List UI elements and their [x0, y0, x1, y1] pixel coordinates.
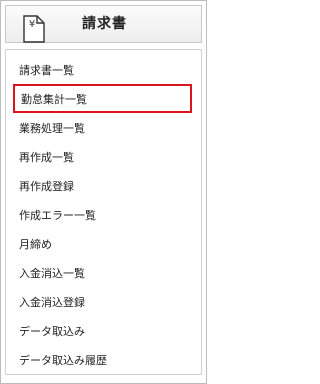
- panel-header: ¥ 請求書: [5, 5, 202, 43]
- menu-item-label: データ取込み: [19, 324, 85, 338]
- menu-item-label: 月締め: [19, 237, 52, 251]
- menu-item-label: データ取込み履歴: [19, 353, 107, 367]
- menu-item-recreate-register[interactable]: 再作成登録: [6, 171, 201, 200]
- menu-item-label: 作成エラー一覧: [19, 208, 96, 222]
- menu-item-label: 業務処理一覧: [19, 121, 85, 135]
- menu-item-recreate-list[interactable]: 再作成一覧: [6, 142, 201, 171]
- menu-item-label: 再作成登録: [19, 179, 74, 193]
- menu-list: 請求書一覧 勤怠集計一覧 業務処理一覧 再作成一覧 再作成登録 作成エラー一覧 …: [5, 49, 202, 375]
- menu-item-label: 入金消込一覧: [19, 266, 85, 280]
- menu-item-monthly-close[interactable]: 月締め: [6, 229, 201, 258]
- menu-item-attendance-summary-list[interactable]: 勤怠集計一覧: [13, 84, 192, 113]
- menu-item-data-import-history[interactable]: データ取込み履歴: [6, 345, 201, 374]
- menu-item-label: 入金消込登録: [19, 295, 85, 309]
- invoice-menu-panel: ¥ 請求書 請求書一覧 勤怠集計一覧 業務処理一覧 再作成一覧 再作成登録 作成…: [0, 0, 207, 384]
- menu-item-label: 請求書一覧: [19, 63, 74, 77]
- page-title: 請求書: [82, 16, 127, 32]
- menu-item-business-process-list[interactable]: 業務処理一覧: [6, 113, 201, 142]
- menu-item-payment-matching-register[interactable]: 入金消込登録: [6, 287, 201, 316]
- menu-item-payment-matching-list[interactable]: 入金消込一覧: [6, 258, 201, 287]
- menu-item-invoice-list[interactable]: 請求書一覧: [6, 55, 201, 84]
- menu-item-creation-error-list[interactable]: 作成エラー一覧: [6, 200, 201, 229]
- menu-item-label: 再作成一覧: [19, 150, 74, 164]
- menu-item-data-import[interactable]: データ取込み: [6, 316, 201, 345]
- menu-item-label: 勤怠集計一覧: [21, 92, 87, 106]
